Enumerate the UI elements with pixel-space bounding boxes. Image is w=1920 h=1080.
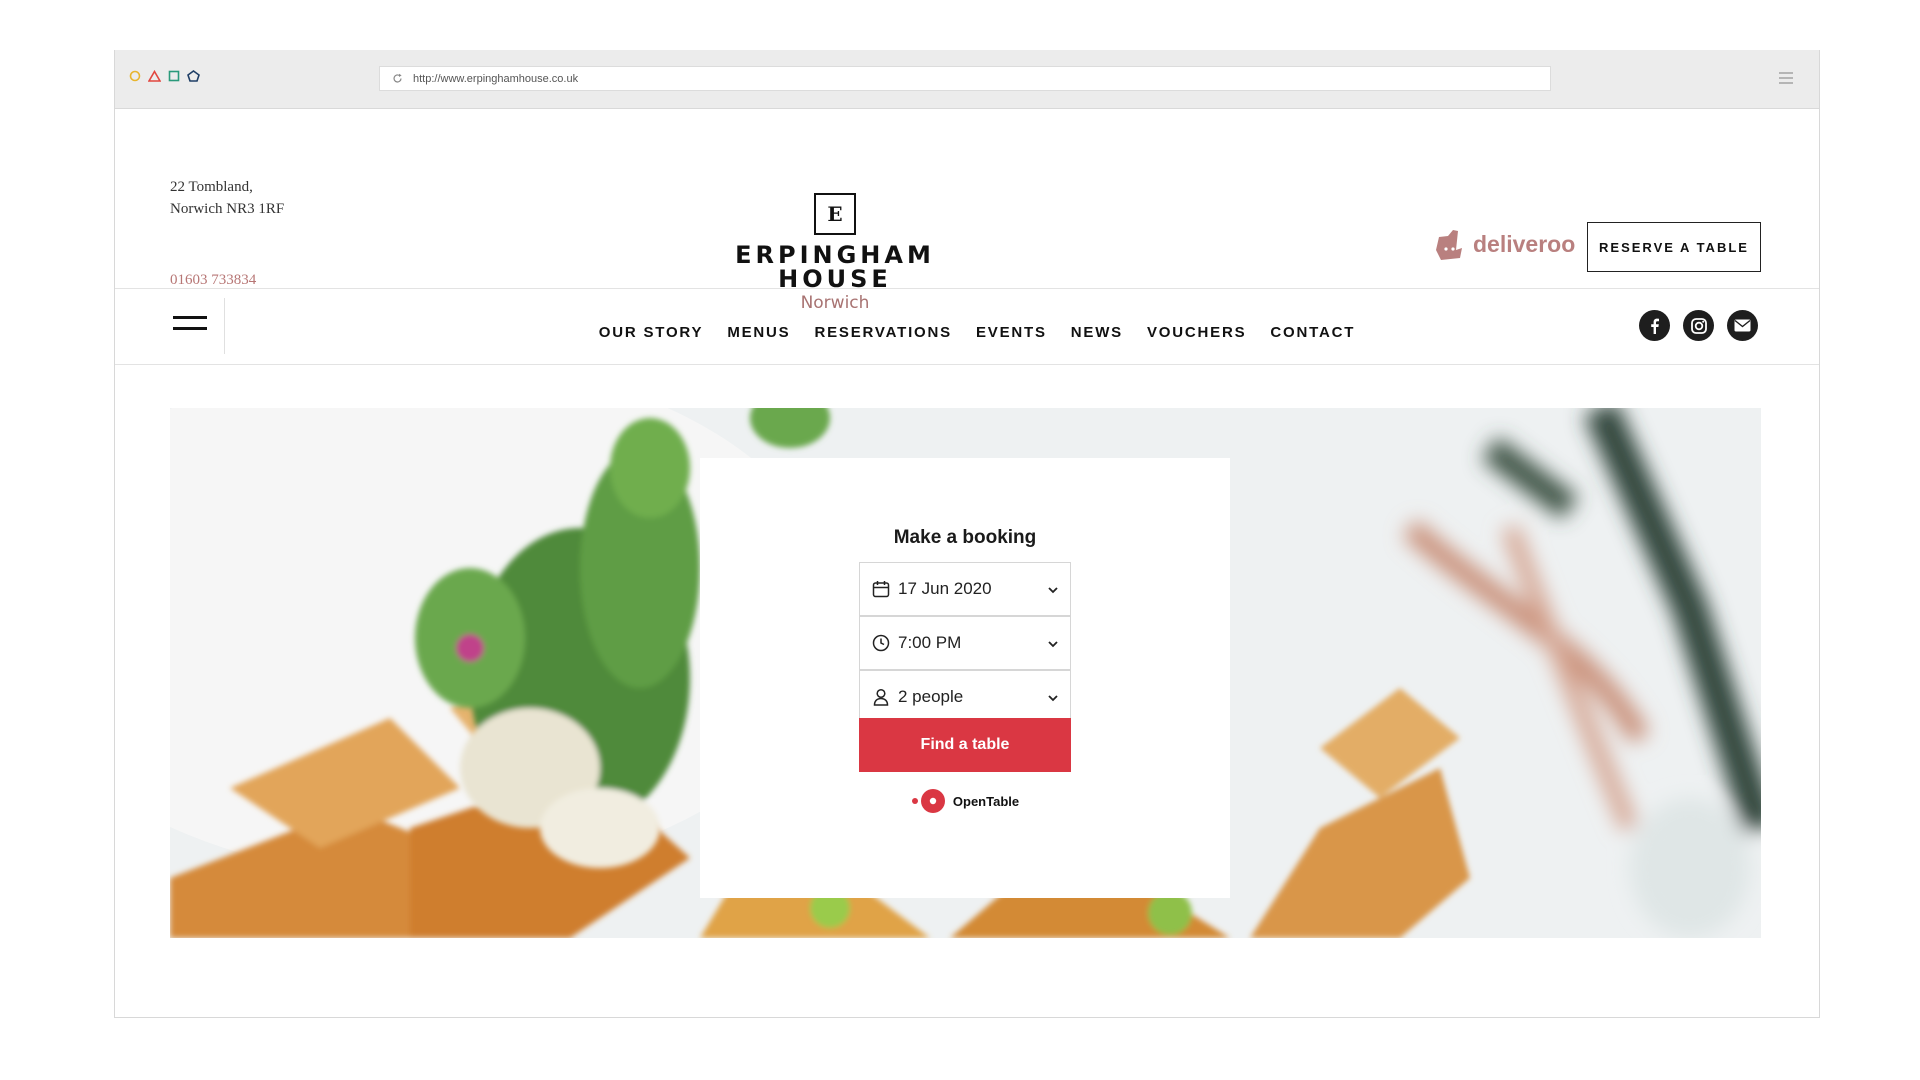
time-select[interactable]: 7:00 PM <box>859 616 1071 670</box>
nav-item-contact[interactable]: CONTACT <box>1270 324 1355 341</box>
calendar-icon <box>872 580 890 598</box>
instagram-icon[interactable] <box>1683 310 1714 341</box>
opentable-label: OpenTable <box>952 793 1020 809</box>
address-line-1: 22 Tombland, <box>170 179 253 195</box>
facebook-icon[interactable] <box>1639 310 1670 341</box>
nav-item-news[interactable]: NEWS <box>1071 324 1123 341</box>
reload-icon[interactable] <box>392 73 403 84</box>
nav-item-our-story[interactable]: OUR STORY <box>599 324 704 341</box>
address-bar[interactable]: http://www.erpinghamhouse.co.uk <box>379 66 1551 91</box>
square-icon <box>168 70 180 82</box>
nav-item-reservations[interactable]: RESERVATIONS <box>814 324 951 341</box>
mail-icon[interactable] <box>1727 310 1758 341</box>
pentagon-icon <box>187 70 200 82</box>
browser-window: http://www.erpinghamhouse.co.uk 22 Tombl… <box>114 50 1820 1018</box>
social-links <box>1639 310 1758 341</box>
url-text: http://www.erpinghamhouse.co.uk <box>413 72 579 85</box>
site-header: 22 Tombland, Norwich NR3 1RF 01603 73383… <box>115 108 1819 313</box>
browser-chrome: http://www.erpinghamhouse.co.uk <box>115 50 1819 109</box>
chevron-down-icon <box>1048 687 1058 707</box>
logo-line-1: ERPINGHAM <box>735 241 935 269</box>
nav-item-menus[interactable]: MENUS <box>727 324 790 341</box>
phone-link[interactable]: 01603 733834 <box>170 272 256 289</box>
triangle-icon <box>148 70 161 82</box>
person-icon <box>872 688 890 706</box>
circle-icon <box>129 70 141 82</box>
booking-title: Make a booking <box>893 527 1037 548</box>
main-nav: OUR STORY MENUS RESERVATIONS EVENTS NEWS… <box>115 288 1819 365</box>
address: 22 Tombland, Norwich NR3 1RF <box>170 176 284 220</box>
logo-emblem: E <box>814 193 856 235</box>
booking-widget: Make a booking 17 Jun 2020 7:00 PM 2 peo… <box>700 458 1230 898</box>
party-size-value: 2 people <box>898 687 964 706</box>
chevron-down-icon <box>1048 579 1058 599</box>
time-value: 7:00 PM <box>898 633 962 652</box>
deliveroo-icon <box>1436 230 1462 260</box>
opentable-icon <box>911 789 945 813</box>
reserve-table-button[interactable]: RESERVE A TABLE <box>1587 222 1761 272</box>
nav-links: OUR STORY MENUS RESERVATIONS EVENTS NEWS… <box>115 324 1819 341</box>
browser-menu-icon[interactable] <box>1779 72 1793 84</box>
deliveroo-link[interactable]: deliveroo <box>1433 228 1575 260</box>
opentable-logo: OpenTable <box>700 788 1230 814</box>
clock-icon <box>872 634 890 652</box>
chevron-down-icon <box>1048 633 1058 653</box>
date-value: 17 Jun 2020 <box>898 579 992 598</box>
party-size-select[interactable]: 2 people <box>859 670 1071 724</box>
date-select[interactable]: 17 Jun 2020 <box>859 562 1071 616</box>
window-icons <box>129 70 200 82</box>
deliveroo-label: deliveroo <box>1473 230 1576 257</box>
find-a-table-button[interactable]: Find a table <box>859 718 1071 772</box>
hero-image: Make a booking 17 Jun 2020 7:00 PM 2 peo… <box>170 408 1761 938</box>
address-line-2: Norwich NR3 1RF <box>170 201 285 217</box>
nav-item-events[interactable]: EVENTS <box>976 324 1047 341</box>
nav-item-vouchers[interactable]: VOUCHERS <box>1147 324 1246 341</box>
